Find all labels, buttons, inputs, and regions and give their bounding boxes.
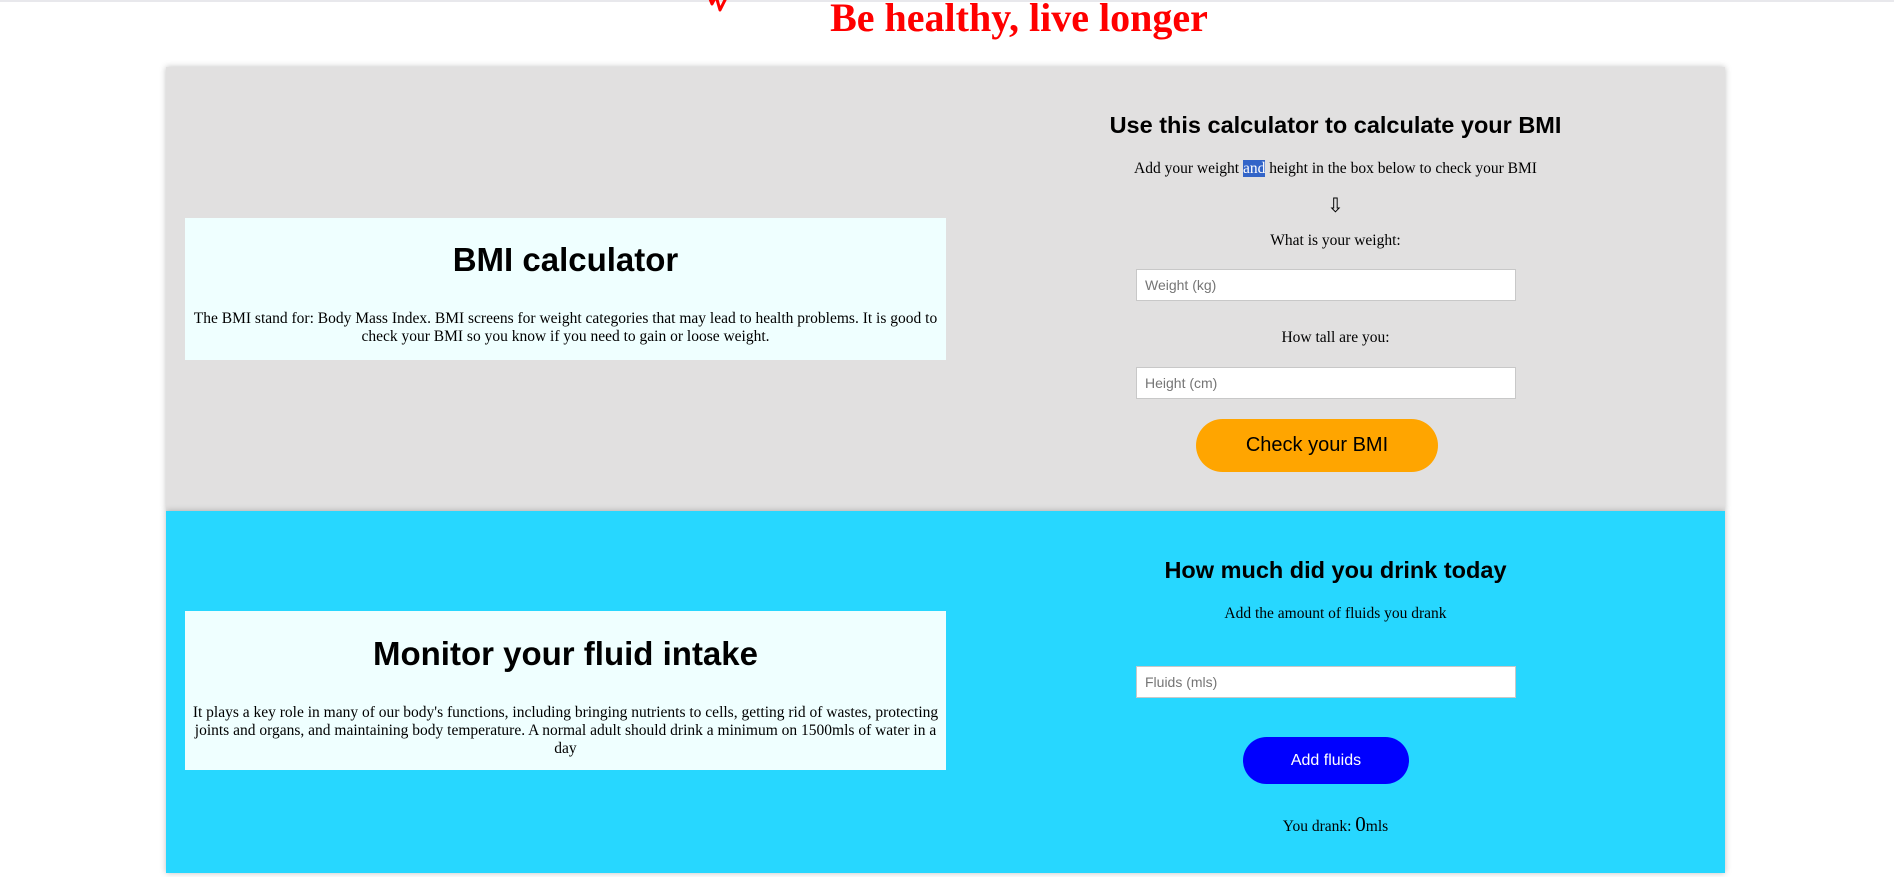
bmi-info-title: BMI calculator [452, 241, 679, 278]
fluid-info-title: Monitor your fluid intake [373, 635, 758, 672]
fluid-total-prefix: You drank: [1282, 818, 1356, 835]
fluid-input[interactable] [1136, 666, 1516, 698]
check-bmi-button[interactable]: Check your BMI [1196, 419, 1438, 472]
bmi-instruction-start: Add your weight [1134, 160, 1243, 177]
fluid-total-unit: mls [1365, 818, 1389, 835]
bmi-info-description: The BMI stand for: Body Mass Index. BMI … [193, 310, 938, 345]
bmi-instruction: Add your weight and height in the box be… [946, 159, 1725, 179]
bmi-form: Use this calculator to calculate your BM… [946, 67, 1725, 511]
bmi-section: BMI calculator The BMI stand for: Body M… [166, 67, 1725, 511]
bmi-instruction-end: height in the box below to check your BM… [1265, 160, 1537, 177]
weight-label: What is your weight: [1270, 232, 1401, 249]
height-input[interactable] [1136, 367, 1516, 399]
fluid-total-value: 0 [1355, 812, 1366, 836]
height-label: How tall are you: [1281, 329, 1390, 346]
fluid-total: You drank: 0mls [946, 811, 1725, 840]
fluid-section: Monitor your fluid intake It plays a key… [166, 511, 1725, 873]
fluid-instruction: Add the amount of fluids you drank [1224, 605, 1447, 622]
bmi-form-heading: Use this calculator to calculate your BM… [1109, 112, 1562, 138]
fluid-info-card: Monitor your fluid intake It plays a key… [185, 611, 946, 770]
fluid-form: How much did you drink today Add the amo… [946, 511, 1725, 873]
fluid-form-heading: How much did you drink today [1164, 557, 1507, 583]
site-title: Be healthy, live longer [830, 0, 1208, 40]
add-fluids-button[interactable]: Add fluids [1243, 737, 1409, 784]
bmi-info-card: BMI calculator The BMI stand for: Body M… [185, 218, 946, 360]
arrow-down-icon: ⇩ [1327, 193, 1344, 217]
selected-text: and [1242, 160, 1266, 177]
fluid-info-description: It plays a key role in many of our body'… [192, 704, 939, 757]
weight-input[interactable] [1136, 269, 1516, 301]
